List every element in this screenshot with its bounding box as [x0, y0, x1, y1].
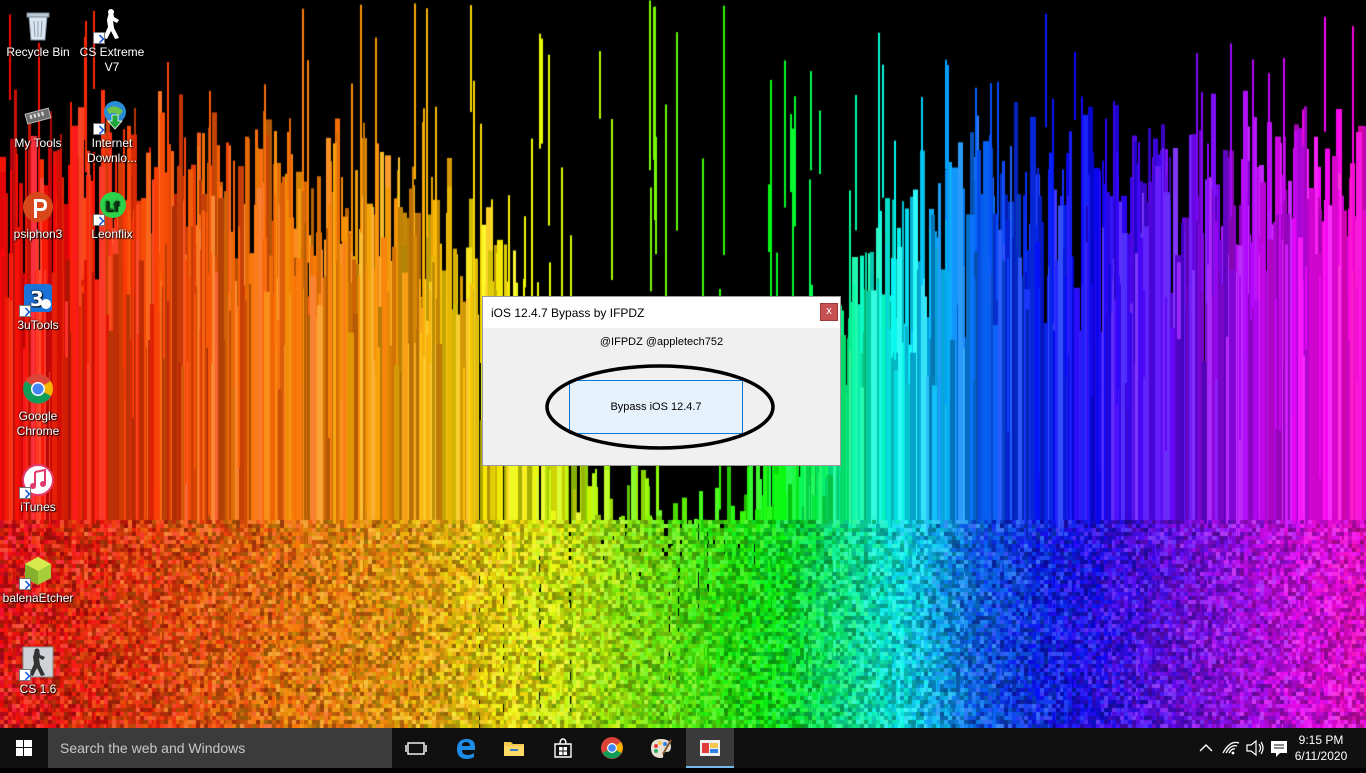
- desktop-icon-balena-etcher[interactable]: balenaEtcher: [0, 554, 76, 606]
- file-explorer-icon: [504, 742, 524, 756]
- psiphon-icon: [21, 190, 55, 224]
- clock-time: 9:15 PM: [1298, 733, 1344, 747]
- desktop-icon-label: My Tools: [14, 136, 62, 150]
- desktop-icon-itunes[interactable]: iTunes: [0, 463, 76, 515]
- desktop-icon-cs-extreme[interactable]: CS Extreme V7: [74, 8, 150, 75]
- bypass-dialog: iOS 12.4.7 Bypass by IFPDZ x @IFPDZ @app…: [482, 296, 841, 466]
- desktop-icon-recycle-bin[interactable]: Recycle Bin: [0, 8, 76, 60]
- desktop-icon-leonflix[interactable]: Lf Leonflix: [74, 190, 150, 242]
- bypass-tool-icon: [700, 740, 720, 756]
- itunes-icon: [19, 463, 55, 499]
- internet-download-manager-icon: [93, 99, 129, 135]
- dialog-title: iOS 12.4.7 Bypass by IFPDZ: [491, 306, 645, 320]
- dialog-titlebar[interactable]: iOS 12.4.7 Bypass by IFPDZ x: [483, 297, 840, 328]
- chevron-up-icon: [1199, 744, 1213, 752]
- search-input[interactable]: Search the web and Windows: [48, 728, 392, 768]
- clock[interactable]: 9:15 PM 6/11/2020: [1286, 732, 1356, 764]
- recycle-bin-icon: [21, 8, 55, 42]
- shortcut-arrow-icon: [19, 578, 31, 590]
- desktop-icon-my-tools[interactable]: My Tools: [0, 99, 76, 151]
- desktop-icon-label: iTunes: [20, 500, 56, 514]
- network-button[interactable]: [1220, 728, 1242, 768]
- desktop-icon-label: psiphon3: [13, 227, 63, 241]
- chrome-icon: [21, 372, 55, 406]
- task-view-button[interactable]: [392, 728, 440, 768]
- desktop-icon-label: CS Extreme V7: [79, 45, 145, 74]
- start-button[interactable]: [0, 728, 48, 768]
- shortcut-arrow-icon: [93, 32, 105, 44]
- chrome-icon: [601, 737, 623, 759]
- paint-button[interactable]: [637, 728, 685, 768]
- desktop-icon-internet-download-manager[interactable]: Internet Downlo...: [74, 99, 150, 166]
- desktop-icon-3utools[interactable]: 3 3uTools: [0, 281, 76, 333]
- bypass-tool-taskbar-button[interactable]: [686, 728, 734, 768]
- volume-button[interactable]: [1244, 728, 1266, 768]
- taskbar: Search the web and Windows 9:15 PM 6/11/…: [0, 728, 1366, 768]
- desktop-icon-label: Internet Downlo...: [86, 136, 138, 165]
- desktop-icon-label: Google Chrome: [16, 409, 60, 438]
- shortcut-arrow-icon: [19, 305, 31, 317]
- desktop-icon-label: balenaEtcher: [2, 591, 74, 605]
- windows-logo-icon: [16, 740, 32, 756]
- paint-icon: [651, 739, 672, 758]
- desktop-icon-cs16[interactable]: CS 1.6: [0, 645, 76, 697]
- shortcut-arrow-icon: [19, 487, 31, 499]
- speaker-icon: [1246, 739, 1264, 757]
- chrome-taskbar-button[interactable]: [588, 728, 636, 768]
- shortcut-arrow-icon: [93, 123, 105, 135]
- task-view-icon: [405, 742, 427, 755]
- clock-date: 6/11/2020: [1294, 749, 1348, 763]
- desktop-icon-label: CS 1.6: [19, 682, 57, 696]
- svg-text:3: 3: [30, 287, 44, 311]
- folder-tools-icon: [21, 99, 55, 133]
- file-explorer-button[interactable]: [490, 728, 538, 768]
- svg-text:Lf: Lf: [105, 200, 119, 215]
- counter-strike-icon: [93, 8, 129, 44]
- desktop-icon-label: 3uTools: [17, 318, 59, 332]
- bypass-button[interactable]: Bypass iOS 12.4.7: [569, 380, 743, 434]
- desktop-icon-label: Recycle Bin: [6, 45, 70, 59]
- leonflix-icon: Lf: [93, 190, 129, 226]
- store-icon: [554, 738, 572, 758]
- credits-label: @IFPDZ @appletech752: [599, 336, 724, 348]
- shortcut-arrow-icon: [19, 669, 31, 681]
- store-button[interactable]: [539, 728, 587, 768]
- shortcut-arrow-icon: [93, 214, 105, 226]
- 3utools-icon: 3: [19, 281, 55, 317]
- desktop-icon-psiphon[interactable]: psiphon3: [0, 190, 76, 242]
- desktop-icon-google-chrome[interactable]: Google Chrome: [0, 372, 76, 439]
- balena-etcher-icon: [19, 554, 55, 590]
- counter-strike-icon: [19, 645, 55, 681]
- wifi-icon: [1222, 741, 1240, 755]
- close-button[interactable]: x: [820, 303, 838, 321]
- show-hidden-icons-button[interactable]: [1196, 728, 1216, 768]
- edge-icon: [457, 739, 475, 759]
- edge-button[interactable]: [442, 728, 490, 768]
- desktop-icon-label: Leonflix: [91, 227, 133, 241]
